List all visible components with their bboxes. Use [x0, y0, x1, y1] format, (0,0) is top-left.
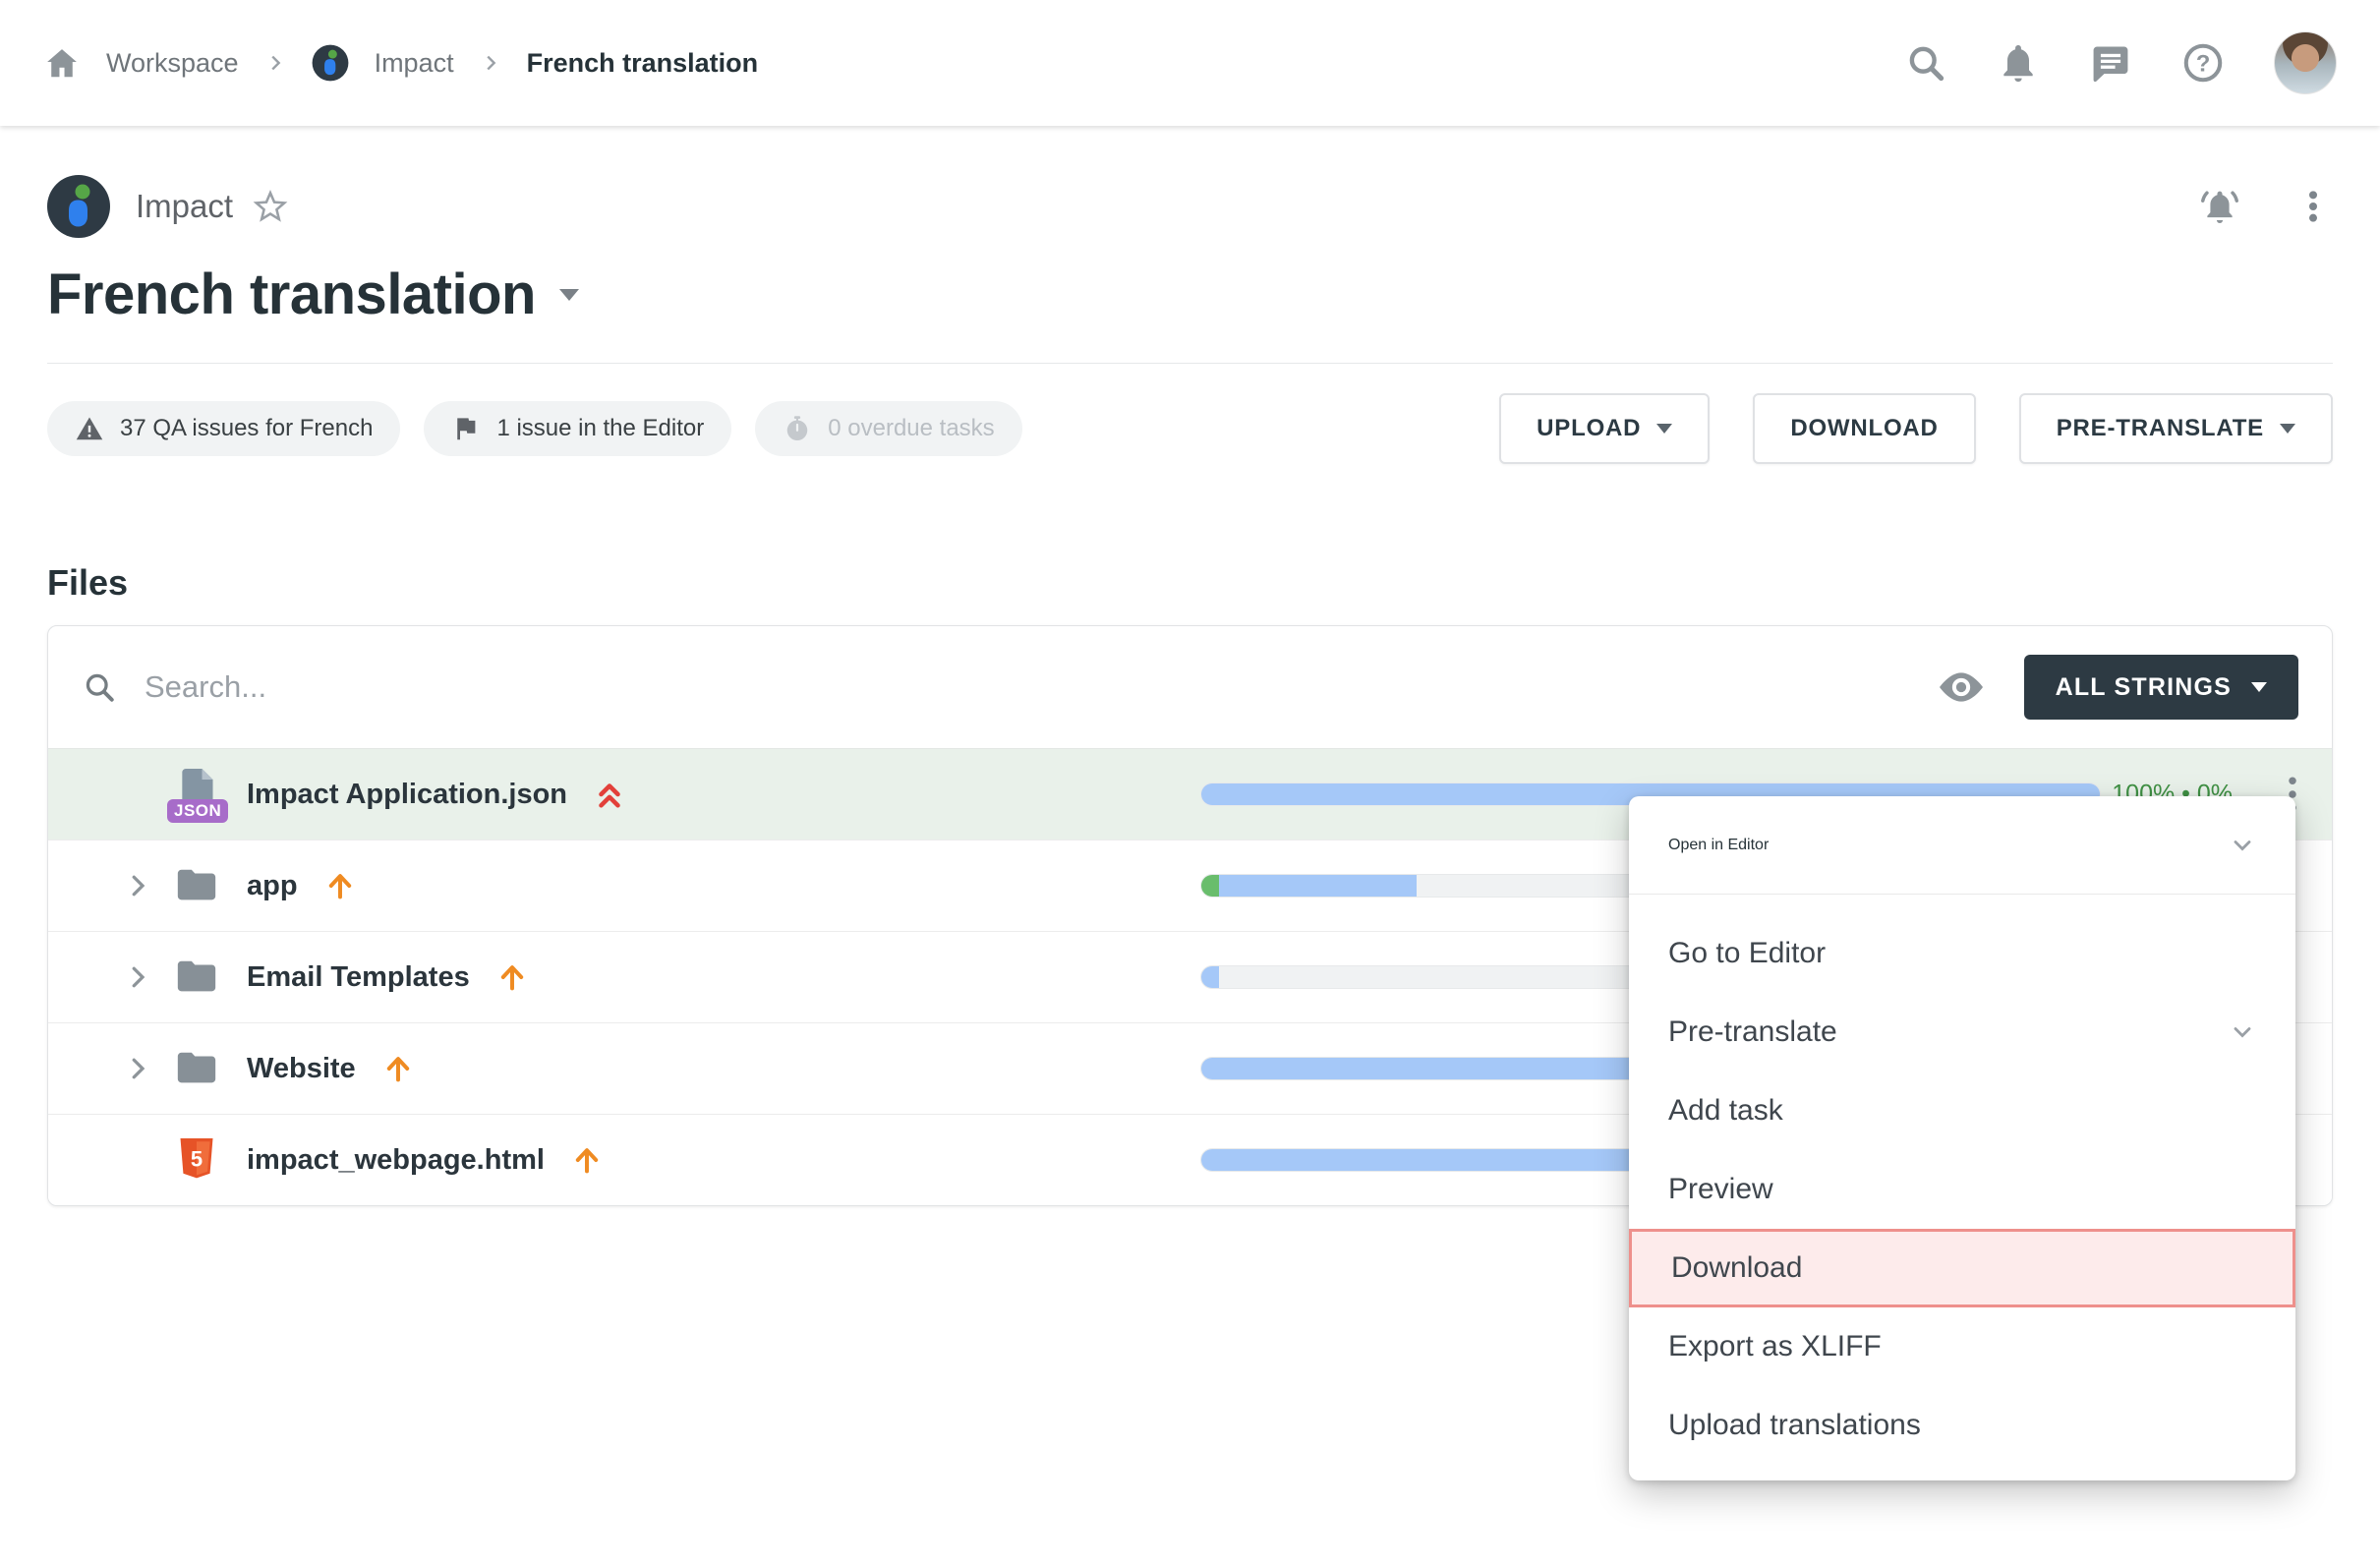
- menu-item-label: Add task: [1668, 1094, 1783, 1128]
- files-search-row: ALL STRINGS: [48, 626, 2332, 748]
- search-input[interactable]: [145, 669, 1912, 705]
- chevron-down-icon: [559, 289, 579, 301]
- upload-arrow-icon: [495, 960, 529, 994]
- chat-icon[interactable]: [2089, 41, 2132, 85]
- menu-item-label: Preview: [1668, 1173, 1773, 1206]
- high-priority-icon: [593, 778, 626, 811]
- folder-name: Email Templates: [247, 961, 470, 994]
- html-file-icon: 5: [170, 1135, 223, 1185]
- download-button-label: DOWNLOAD: [1790, 415, 1938, 442]
- top-bar: Workspace Impact French translation ?: [0, 0, 2380, 126]
- menu-item-export-as-xliff[interactable]: Export as XLIFF: [1629, 1307, 2295, 1386]
- user-avatar[interactable]: [2274, 31, 2337, 94]
- project-name: Impact: [136, 188, 233, 225]
- file-name: impact_webpage.html: [247, 1144, 545, 1177]
- folder-name: Website: [247, 1053, 356, 1085]
- page-title: French translation: [47, 261, 536, 327]
- home-icon[interactable]: [43, 44, 81, 82]
- breadcrumb-workspace[interactable]: Workspace: [106, 48, 239, 79]
- folder-name: app: [247, 870, 298, 902]
- menu-item-label: Export as XLIFF: [1668, 1330, 1882, 1363]
- visibility-icon[interactable]: [1940, 672, 1983, 702]
- html5-badge: 5: [191, 1146, 203, 1171]
- chevron-down-icon: [2229, 832, 2256, 859]
- menu-item-label: Upload translations: [1668, 1409, 1921, 1442]
- status-row: 37 QA issues for French 1 issue in the E…: [47, 393, 2333, 464]
- menu-item-label: Open in Editor: [1668, 837, 1769, 854]
- star-icon[interactable]: [253, 189, 288, 224]
- chevron-down-icon: [1656, 424, 1672, 434]
- folder-icon: [170, 863, 223, 908]
- menu-item-label: Go to Editor: [1668, 937, 1826, 970]
- qa-issues-badge[interactable]: 37 QA issues for French: [47, 401, 400, 456]
- notifications-icon[interactable]: [1997, 41, 2040, 85]
- search-icon[interactable]: [1904, 41, 1947, 85]
- json-file-icon: JSON: [170, 766, 223, 823]
- menu-item-upload-translations[interactable]: Upload translations: [1629, 1386, 2295, 1465]
- menu-item-label: Pre-translate: [1668, 1015, 1837, 1049]
- overdue-tasks-label: 0 overdue tasks: [828, 415, 994, 442]
- file-name: Impact Application.json: [247, 779, 567, 811]
- folder-icon: [170, 1046, 223, 1091]
- expand-chevron-icon[interactable]: [119, 871, 156, 900]
- upload-arrow-icon: [570, 1143, 604, 1177]
- svg-text:?: ?: [2196, 50, 2211, 77]
- strings-filter-button[interactable]: ALL STRINGS: [2024, 655, 2298, 720]
- more-options-icon[interactable]: [2293, 187, 2333, 226]
- download-button[interactable]: DOWNLOAD: [1753, 393, 1975, 464]
- expand-chevron-icon[interactable]: [119, 962, 156, 992]
- breadcrumb-project[interactable]: Impact: [375, 48, 454, 79]
- pre-translate-button-label: PRE-TRANSLATE: [2057, 415, 2264, 442]
- search-icon: [82, 669, 117, 705]
- menu-item-open-in-editor[interactable]: Open in Editor: [1629, 796, 2295, 895]
- breadcrumb: Workspace Impact French translation: [43, 44, 758, 82]
- action-buttons: UPLOAD DOWNLOAD PRE-TRANSLATE: [1499, 393, 2333, 464]
- upload-button-label: UPLOAD: [1537, 415, 1641, 442]
- help-icon[interactable]: ?: [2181, 41, 2225, 85]
- chevron-right-icon: [480, 52, 501, 74]
- files-heading: Files: [47, 562, 2333, 604]
- breadcrumb-current-page: French translation: [527, 48, 759, 79]
- notification-settings-icon[interactable]: [2197, 184, 2242, 229]
- expand-chevron-icon[interactable]: [119, 1054, 156, 1083]
- page-title-dropdown[interactable]: French translation: [47, 261, 579, 327]
- timer-icon: [783, 414, 812, 443]
- menu-list: Go to Editor Pre-translate Add task Prev…: [1629, 895, 2295, 1465]
- warning-icon: [75, 414, 104, 443]
- flag-icon: [451, 414, 481, 443]
- strings-filter-label: ALL STRINGS: [2056, 673, 2232, 702]
- editor-issue-badge[interactable]: 1 issue in the Editor: [424, 401, 731, 456]
- project-header-actions: [2197, 184, 2333, 229]
- chevron-down-icon: [2251, 682, 2267, 692]
- project-header: Impact: [47, 175, 2333, 238]
- menu-item-preview[interactable]: Preview: [1629, 1150, 2295, 1229]
- upload-button[interactable]: UPLOAD: [1499, 393, 1710, 464]
- menu-item-add-task[interactable]: Add task: [1629, 1072, 2295, 1150]
- overdue-tasks-badge: 0 overdue tasks: [755, 401, 1021, 456]
- qa-issues-label: 37 QA issues for French: [120, 415, 373, 442]
- topbar-actions: ?: [1904, 31, 2337, 94]
- project-logo: [312, 44, 349, 82]
- editor-issue-label: 1 issue in the Editor: [496, 415, 704, 442]
- divider: [47, 363, 2333, 364]
- menu-item-download[interactable]: Download: [1629, 1229, 2295, 1307]
- folder-icon: [170, 955, 223, 1000]
- status-badges: 37 QA issues for French 1 issue in the E…: [47, 401, 1022, 456]
- chevron-right-icon: [264, 52, 286, 74]
- menu-item-go-to-editor[interactable]: Go to Editor: [1629, 914, 2295, 993]
- chevron-down-icon: [2280, 424, 2295, 434]
- pre-translate-button[interactable]: PRE-TRANSLATE: [2019, 393, 2333, 464]
- upload-arrow-icon: [323, 869, 357, 902]
- project-logo: [47, 175, 110, 238]
- file-context-menu: Open in Editor Go to Editor Pre-translat…: [1629, 796, 2295, 1480]
- chevron-down-icon: [2229, 1018, 2256, 1046]
- upload-arrow-icon: [381, 1052, 415, 1085]
- menu-item-pre-translate[interactable]: Pre-translate: [1629, 993, 2295, 1072]
- json-badge: JSON: [167, 799, 228, 823]
- menu-item-label: Download: [1671, 1251, 1802, 1285]
